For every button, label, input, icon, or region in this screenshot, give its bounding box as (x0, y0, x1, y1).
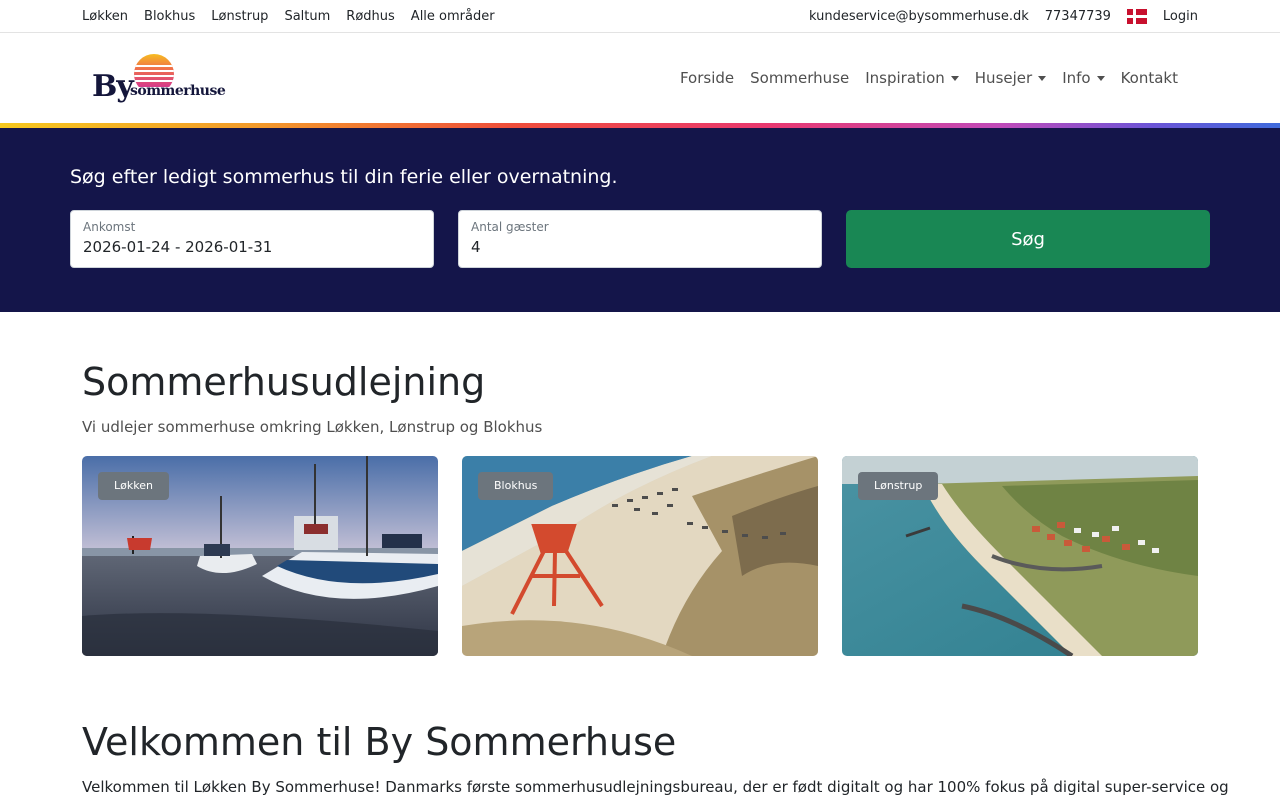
email-link[interactable]: kundeservice@bysommerhuse.dk (809, 9, 1029, 24)
page-subtitle: Vi udlejer sommerhuse omkring Løkken, Lø… (82, 418, 543, 436)
nav-label: Husejer (974, 69, 1033, 87)
nav-kontakt[interactable]: Kontakt (1121, 69, 1178, 87)
logo-text-sommerhuse: sommerhuse (130, 83, 226, 99)
logo[interactable]: By sommerhuse (92, 51, 226, 105)
arrival-field[interactable]: Ankomst (70, 210, 434, 268)
nav-info[interactable]: Info (1062, 69, 1105, 87)
area-card-blokhus[interactable]: Blokhus (462, 456, 818, 656)
area-link-blokhus[interactable]: Blokhus (144, 9, 195, 24)
area-link-lonstrup[interactable]: Lønstrup (211, 9, 268, 24)
nav-label: Forside (679, 69, 735, 87)
logo-text-by: By (92, 69, 134, 104)
area-card-lonstrup[interactable]: Lønstrup (842, 456, 1198, 656)
guests-label: Antal gæster (471, 220, 549, 234)
area-card-lokken[interactable]: Løkken (82, 456, 438, 656)
search-heading: Søg efter ledigt sommerhus til din ferie… (70, 166, 618, 188)
login-link[interactable]: Login (1163, 9, 1198, 24)
nav-label: Info (1062, 69, 1091, 87)
caret-down-icon (1096, 75, 1105, 81)
sunset-logo-icon (134, 54, 174, 87)
nav-sommerhuse[interactable]: Sommerhuse (750, 69, 849, 87)
area-badge: Løkken (98, 472, 169, 500)
search-button[interactable]: Søg (846, 210, 1210, 268)
contact-links: kundeservice@bysommerhuse.dk 77347739 Lo… (809, 0, 1198, 32)
page-title: Sommerhusudlejning (82, 360, 486, 404)
nav-label: Kontakt (1120, 69, 1178, 87)
area-links: Løkken Blokhus Lønstrup Saltum Rødhus Al… (82, 0, 495, 32)
area-badge: Lønstrup (858, 472, 939, 500)
nav-inspiration[interactable]: Inspiration (865, 69, 959, 87)
arrival-input[interactable] (83, 238, 413, 256)
site-header: By sommerhuse Forside Sommerhuse Inspira… (0, 33, 1280, 123)
nav-husejer[interactable]: Husejer (974, 69, 1047, 87)
guests-field[interactable]: Antal gæster (458, 210, 822, 268)
main-nav: Forside Sommerhuse Inspiration Husejer I… (680, 33, 1178, 123)
welcome-title: Velkommen til By Sommerhuse (82, 720, 677, 764)
guests-input[interactable] (471, 238, 801, 256)
flag-denmark-icon[interactable] (1126, 8, 1147, 24)
area-link-all[interactable]: Alle områder (411, 9, 495, 24)
area-badge: Blokhus (478, 472, 554, 500)
nav-forside[interactable]: Forside (680, 69, 734, 87)
area-link-lokken[interactable]: Løkken (82, 9, 128, 24)
top-utility-bar: Løkken Blokhus Lønstrup Saltum Rødhus Al… (0, 0, 1280, 33)
area-link-rodhus[interactable]: Rødhus (346, 9, 395, 24)
search-panel: Søg efter ledigt sommerhus til din ferie… (0, 128, 1280, 312)
caret-down-icon (950, 75, 959, 81)
area-link-saltum[interactable]: Saltum (284, 9, 330, 24)
nav-label: Sommerhuse (750, 69, 850, 87)
welcome-text: Velkommen til Løkken By Sommerhuse! Danm… (82, 778, 1229, 796)
nav-label: Inspiration (865, 69, 945, 87)
arrival-label: Ankomst (83, 220, 136, 234)
caret-down-icon (1038, 75, 1047, 81)
phone-link[interactable]: 77347739 (1045, 9, 1111, 24)
